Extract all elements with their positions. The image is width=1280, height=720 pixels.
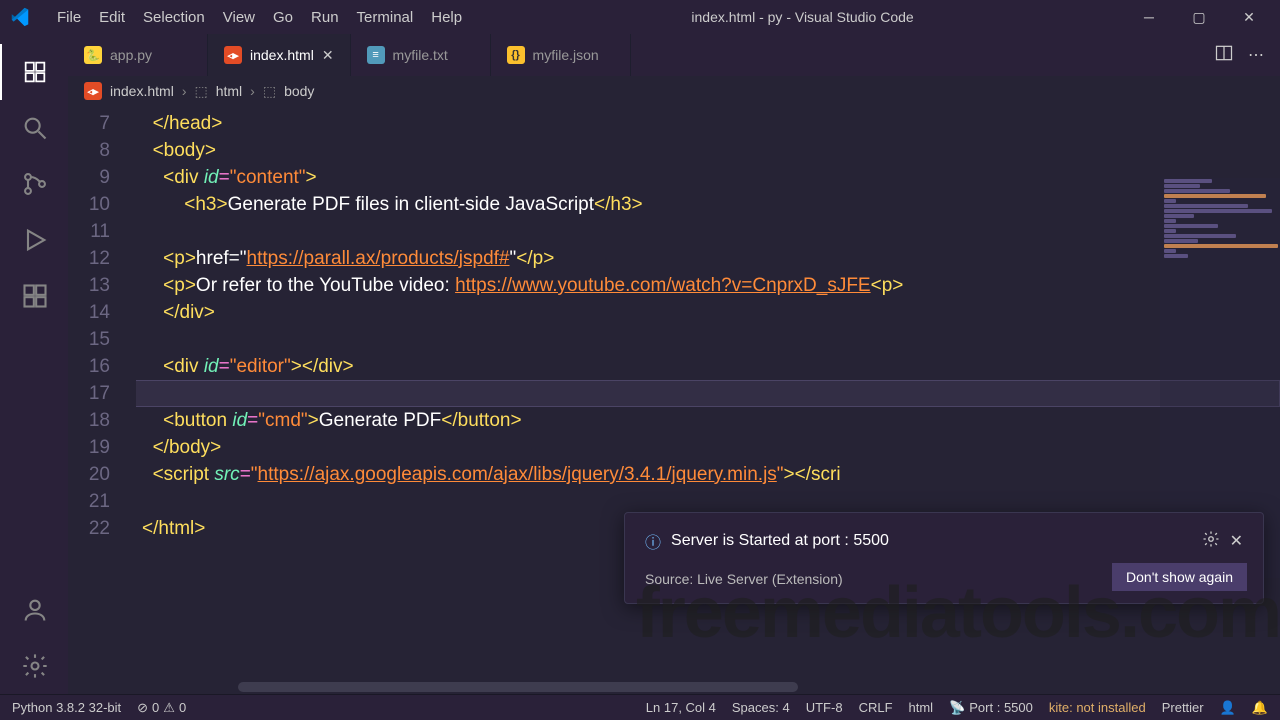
- breadcrumb-symbol[interactable]: body: [284, 83, 314, 99]
- split-editor-icon[interactable]: [1214, 43, 1234, 68]
- chevron-right-icon: ›: [182, 83, 187, 99]
- menubar: File Edit Selection View Go Run Terminal…: [0, 0, 1280, 34]
- menu-view[interactable]: View: [214, 5, 264, 30]
- symbol-icon: ⬚: [194, 83, 207, 100]
- gear-icon[interactable]: [1202, 530, 1220, 553]
- status-prettier[interactable]: Prettier: [1162, 700, 1204, 715]
- json-icon: {}: [507, 46, 525, 64]
- scrollbar-thumb[interactable]: [238, 682, 798, 692]
- html-icon: ◃▸: [84, 82, 102, 100]
- explorer-tab[interactable]: [0, 44, 68, 100]
- status-port[interactable]: 📡 Port : 5500: [949, 700, 1033, 716]
- status-eol[interactable]: CRLF: [859, 700, 893, 715]
- extensions-tab[interactable]: [0, 268, 68, 324]
- maximize-button[interactable]: ▢: [1184, 9, 1214, 26]
- editor-tabs: 🐍 app.py ◃▸ index.html ✕ ≡ myfile.txt {}…: [68, 34, 1280, 76]
- window-title: index.html - py - Visual Studio Code: [471, 9, 1134, 25]
- status-encoding[interactable]: UTF-8: [806, 700, 843, 715]
- close-icon[interactable]: ✕: [1230, 531, 1243, 551]
- window-controls: ─ ▢ ✕: [1134, 9, 1272, 26]
- status-feedback-icon[interactable]: 👤: [1220, 700, 1236, 716]
- breadcrumb-file[interactable]: index.html: [110, 83, 174, 99]
- breadcrumb[interactable]: ◃▸ index.html › ⬚ html › ⬚ body: [68, 76, 1280, 106]
- notification-message: Server is Started at port : 5500: [671, 532, 889, 550]
- menu-run[interactable]: Run: [302, 5, 348, 30]
- tab-label: app.py: [110, 47, 152, 63]
- minimize-button[interactable]: ─: [1134, 9, 1164, 26]
- status-lang[interactable]: html: [909, 700, 934, 715]
- tab-app-py[interactable]: 🐍 app.py: [68, 34, 208, 76]
- breadcrumb-symbol[interactable]: html: [216, 83, 242, 99]
- notification-toast: ⓘ Server is Started at port : 5500 ✕ Sou…: [624, 512, 1264, 604]
- close-tab-icon[interactable]: ✕: [322, 47, 334, 64]
- tab-label: index.html: [250, 47, 314, 63]
- status-python[interactable]: Python 3.8.2 32-bit: [12, 700, 121, 715]
- menu-terminal[interactable]: Terminal: [348, 5, 423, 30]
- more-actions-icon[interactable]: ⋯: [1248, 45, 1264, 65]
- status-bell-icon[interactable]: 🔔: [1252, 700, 1268, 716]
- menu-help[interactable]: Help: [422, 5, 471, 30]
- warning-icon: ⚠: [163, 700, 175, 716]
- status-kite[interactable]: kite: not installed: [1049, 700, 1146, 715]
- horizontal-scrollbar[interactable]: [68, 680, 1280, 694]
- vscode-logo-icon: [8, 5, 32, 29]
- close-window-button[interactable]: ✕: [1234, 9, 1264, 26]
- status-spaces[interactable]: Spaces: 4: [732, 700, 790, 715]
- tab-index-html[interactable]: ◃▸ index.html ✕: [208, 34, 351, 76]
- menu-selection[interactable]: Selection: [134, 5, 214, 30]
- symbol-icon: ⬚: [263, 83, 276, 100]
- menu-edit[interactable]: Edit: [90, 5, 134, 30]
- settings-tab[interactable]: [0, 638, 68, 694]
- tab-label: myfile.txt: [393, 47, 448, 63]
- tab-myfile-json[interactable]: {} myfile.json: [491, 34, 631, 76]
- source-control-tab[interactable]: [0, 156, 68, 212]
- search-tab[interactable]: [0, 100, 68, 156]
- tab-label: myfile.json: [533, 47, 599, 63]
- error-icon: ⊘: [137, 700, 148, 716]
- status-bar: Python 3.8.2 32-bit ⊘0 ⚠0 Ln 17, Col 4 S…: [0, 694, 1280, 720]
- run-debug-tab[interactable]: [0, 212, 68, 268]
- chevron-right-icon: ›: [250, 83, 255, 99]
- menu-go[interactable]: Go: [264, 5, 302, 30]
- accounts-tab[interactable]: [0, 582, 68, 638]
- info-icon: ⓘ: [645, 529, 661, 553]
- text-file-icon: ≡: [367, 46, 385, 64]
- status-cursor[interactable]: Ln 17, Col 4: [646, 700, 716, 715]
- menu-file[interactable]: File: [48, 5, 90, 30]
- python-icon: 🐍: [84, 46, 102, 64]
- status-problems[interactable]: ⊘0 ⚠0: [137, 700, 186, 716]
- line-gutter: 78910111213141516171819202122: [68, 106, 138, 680]
- tab-myfile-txt[interactable]: ≡ myfile.txt: [351, 34, 491, 76]
- activity-bar: [0, 34, 68, 694]
- html-icon: ◃▸: [224, 46, 242, 64]
- dont-show-again-button[interactable]: Don't show again: [1112, 563, 1247, 591]
